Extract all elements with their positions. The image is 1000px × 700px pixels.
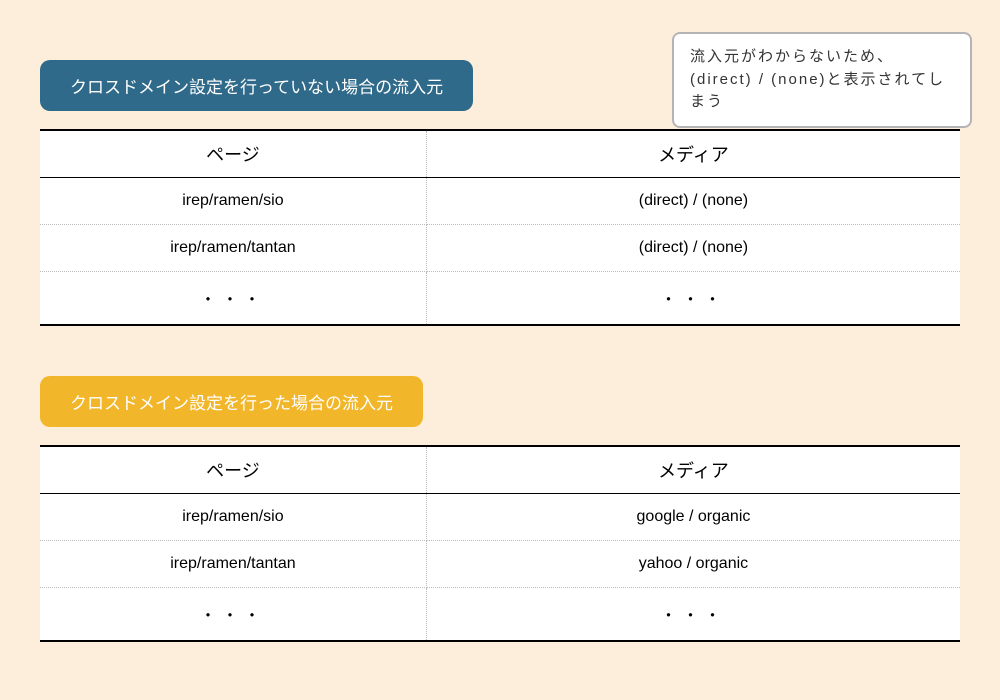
cell-media: google / organic: [426, 494, 960, 541]
cell-page: ・・・: [40, 588, 426, 642]
cell-page: irep/ramen/sio: [40, 494, 426, 541]
section2-title: クロスドメイン設定を行った場合の流入元: [40, 376, 423, 427]
table-row: ・・・ ・・・: [40, 272, 960, 326]
cell-page: irep/ramen/tantan: [40, 541, 426, 588]
table-with-crossdomain: ページ メディア irep/ramen/sio google / organic…: [40, 445, 960, 642]
section-with-crossdomain: クロスドメイン設定を行った場合の流入元 ページ メディア irep/ramen/…: [0, 326, 1000, 642]
col-header-page: ページ: [40, 446, 426, 494]
col-header-media: メディア: [426, 446, 960, 494]
cell-media: ・・・: [426, 588, 960, 642]
cell-page: ・・・: [40, 272, 426, 326]
section-without-crossdomain: クロスドメイン設定を行っていない場合の流入元 ページ メディア irep/ram…: [0, 0, 1000, 326]
table-row: irep/ramen/sio google / organic: [40, 494, 960, 541]
table-row: irep/ramen/tantan (direct) / (none): [40, 225, 960, 272]
cell-media: (direct) / (none): [426, 178, 960, 225]
cell-media: yahoo / organic: [426, 541, 960, 588]
table-row: irep/ramen/sio (direct) / (none): [40, 178, 960, 225]
col-header-media: メディア: [426, 130, 960, 178]
cell-media: (direct) / (none): [426, 225, 960, 272]
table-without-crossdomain: ページ メディア irep/ramen/sio (direct) / (none…: [40, 129, 960, 326]
col-header-page: ページ: [40, 130, 426, 178]
section1-title: クロスドメイン設定を行っていない場合の流入元: [40, 60, 473, 111]
cell-media-text: yahoo / organic: [639, 555, 748, 572]
cell-media: ・・・: [426, 272, 960, 326]
table-row: irep/ramen/tantan yahoo / organic: [40, 541, 960, 588]
cell-page: irep/ramen/tantan: [40, 225, 426, 272]
cell-media-text: google / organic: [637, 508, 751, 525]
cell-page: irep/ramen/sio: [40, 178, 426, 225]
table-row: ・・・ ・・・: [40, 588, 960, 642]
